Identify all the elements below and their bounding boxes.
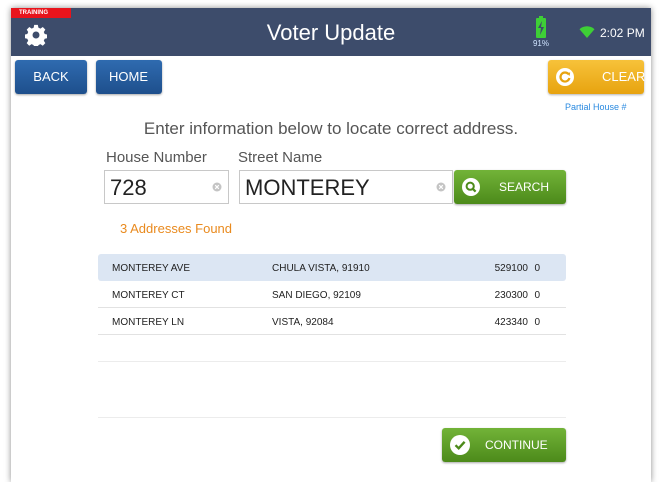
row-city: SAN DIEGO, 92109 — [272, 290, 361, 301]
row-flag: 0 — [534, 317, 540, 328]
row-flag: 0 — [534, 290, 540, 301]
partial-house-link[interactable]: Partial House # — [565, 102, 627, 112]
search-icon — [462, 178, 480, 196]
address-row-selected[interactable]: MONTEREY AVE CHULA VISTA, 91910 529100 0 — [98, 254, 566, 281]
continue-label: CONTINUE — [485, 438, 548, 452]
checkmark-icon — [450, 435, 470, 455]
house-number-field[interactable]: 728 — [104, 170, 229, 204]
address-results-list: MONTEREY AVE CHULA VISTA, 91910 529100 0… — [98, 254, 566, 335]
row-city: CHULA VISTA, 91910 — [272, 263, 370, 274]
app-window: TRAINING Voter Update 91% 2:02 PM BACK H… — [11, 8, 651, 482]
back-button[interactable]: BACK — [15, 60, 87, 94]
house-number-label: House Number — [106, 149, 207, 166]
street-name-field[interactable]: MONTEREY — [239, 170, 453, 204]
row-street: MONTEREY AVE — [112, 263, 190, 274]
home-button[interactable]: HOME — [96, 60, 162, 94]
street-name-value: MONTEREY — [245, 175, 370, 200]
page-title: Voter Update — [266, 20, 396, 45]
row-street: MONTEREY LN — [112, 317, 185, 328]
continue-button[interactable]: CONTINUE — [442, 428, 566, 462]
search-label: SEARCH — [499, 180, 550, 194]
training-badge: TRAINING — [11, 8, 71, 18]
row-code: 230300 — [494, 290, 528, 301]
instructions-text: Enter information below to locate correc… — [143, 119, 519, 138]
row-code: 529100 — [494, 263, 528, 274]
status-time: 2:02 PM — [600, 26, 645, 40]
row-flag: 0 — [534, 263, 540, 274]
divider — [98, 361, 566, 362]
search-button[interactable]: SEARCH — [454, 170, 566, 204]
results-count: 3 Addresses Found — [120, 221, 233, 236]
top-bar: TRAINING Voter Update 91% 2:02 PM — [11, 8, 651, 56]
battery-indicator: 91% — [529, 16, 553, 52]
clear-label: CLEAR — [602, 69, 646, 84]
row-code: 423340 — [494, 317, 528, 328]
address-row[interactable]: MONTEREY LN VISTA, 92084 423340 0 — [98, 308, 566, 335]
clear-button[interactable]: CLEAR — [548, 60, 646, 94]
row-street: MONTEREY CT — [112, 290, 185, 301]
clear-field-icon[interactable] — [212, 182, 222, 192]
divider — [98, 417, 566, 418]
wifi-icon — [579, 26, 595, 38]
clear-field-icon[interactable] — [436, 182, 446, 192]
row-city: VISTA, 92084 — [272, 317, 334, 328]
street-name-label: Street Name — [238, 149, 323, 166]
battery-charging-icon — [536, 16, 546, 38]
house-number-value: 728 — [110, 175, 147, 200]
refresh-icon — [556, 68, 574, 86]
address-row[interactable]: MONTEREY CT SAN DIEGO, 92109 230300 0 — [98, 281, 566, 308]
battery-percent: 91% — [532, 39, 549, 48]
